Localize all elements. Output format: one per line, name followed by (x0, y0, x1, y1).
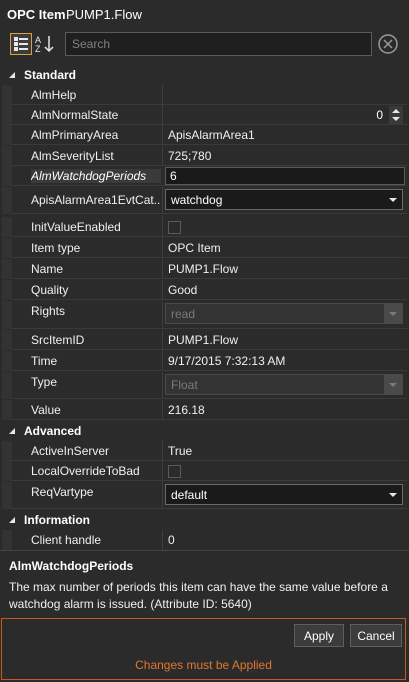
property-label: InitValueEnabled (31, 220, 121, 234)
property-row-almwatchdogperiods[interactable]: AlmWatchdogPeriods 6 (2, 166, 407, 186)
category-label: Advanced (24, 424, 82, 438)
property-label: ApisAlarmArea1EvtCat... (31, 193, 161, 207)
property-value: OPC Item (168, 241, 221, 255)
categorized-icon (14, 37, 28, 51)
property-value[interactable]: ApisAlarmArea1 (168, 128, 255, 142)
property-value: 0 (168, 533, 175, 547)
property-row-apisalarmarea-evtcat[interactable]: ApisAlarmArea1EvtCat... watchdog (2, 187, 407, 214)
numeric-spinner-icon[interactable] (389, 106, 403, 124)
clear-search-button[interactable] (377, 33, 399, 55)
reqvartype-dropdown[interactable]: default (165, 484, 403, 505)
evtcat-dropdown[interactable]: watchdog (165, 189, 403, 210)
window-header: OPC Item PUMP1.Flow (0, 0, 409, 28)
property-value: 216.18 (168, 403, 205, 417)
clear-icon (378, 34, 398, 54)
property-label: Name (31, 262, 64, 276)
property-label: ActiveInServer (31, 444, 110, 458)
property-value[interactable]: 725;780 (168, 149, 211, 163)
chevron-down-icon (384, 304, 402, 323)
search-input[interactable] (65, 32, 372, 56)
property-value[interactable]: True (168, 444, 192, 458)
dropdown-value: watchdog (171, 193, 223, 207)
category-label: Standard (24, 68, 77, 82)
property-label: Client handle (31, 533, 102, 547)
footer-panel: Apply Cancel Changes must be Applied (1, 618, 406, 680)
property-label: Rights (31, 304, 66, 318)
property-label: AlmPrimaryArea (31, 128, 119, 142)
property-row-almseveritylist[interactable]: AlmSeverityList 725;780 (2, 146, 407, 166)
property-row-time[interactable]: Time 9/17/2015 7:32:13 AM (2, 351, 407, 371)
initvalueenabled-checkbox[interactable] (168, 221, 181, 234)
property-label: AlmSeverityList (31, 149, 114, 163)
collapse-triangle-icon (9, 517, 15, 523)
property-label: ReqVartype (31, 485, 94, 499)
property-label: Value (31, 403, 61, 417)
alphabetical-sort-button[interactable]: A Z (34, 33, 56, 55)
property-row-name[interactable]: Name PUMP1.Flow (2, 259, 407, 279)
dropdown-value: read (171, 307, 196, 321)
collapse-triangle-icon (9, 428, 15, 434)
category-label: Information (24, 513, 90, 527)
chevron-down-icon (384, 375, 402, 394)
property-row-type[interactable]: Type Float (2, 372, 407, 399)
property-label: Item type (31, 241, 81, 255)
chevron-down-icon (389, 198, 397, 202)
changes-message: Changes must be Applied (135, 658, 272, 672)
rights-dropdown: read (165, 303, 403, 324)
property-label: LocalOverrideToBad (31, 464, 140, 478)
category-standard[interactable]: Standard (2, 65, 407, 85)
category-advanced[interactable]: Advanced (2, 421, 407, 441)
property-value: PUMP1.Flow (168, 262, 239, 276)
property-grid: Standard AlmHelp AlmNormalState 0 AlmPri… (2, 65, 407, 550)
property-row-srcitemid[interactable]: SrcItemID PUMP1.Flow (2, 330, 407, 350)
property-label: AlmNormalState (31, 108, 119, 122)
collapse-triangle-icon (9, 72, 15, 78)
property-row-localoverridetobad[interactable]: LocalOverrideToBad (2, 461, 407, 481)
categorized-view-button[interactable] (10, 33, 32, 55)
property-row-quality[interactable]: Quality Good (2, 280, 407, 300)
property-label: Type (31, 375, 58, 389)
property-label: Quality (31, 283, 69, 297)
apply-button[interactable]: Apply (294, 624, 344, 647)
dropdown-value: Float (171, 378, 198, 392)
cancel-button[interactable]: Cancel (350, 624, 402, 647)
property-value: Good (168, 283, 198, 297)
property-row-value[interactable]: Value 216.18 (2, 400, 407, 420)
property-value: PUMP1.Flow (168, 333, 239, 347)
property-row-reqvartype[interactable]: ReqVartype default (2, 482, 407, 509)
property-row-initvalueenabled[interactable]: InitValueEnabled (2, 217, 407, 237)
toolbar: A Z (0, 28, 409, 62)
property-value: 9/17/2015 7:32:13 AM (168, 354, 286, 368)
property-row-rights[interactable]: Rights read (2, 301, 407, 329)
property-label: Time (31, 354, 58, 368)
window-title: OPC Item (7, 7, 66, 22)
property-row-almnormalstate[interactable]: AlmNormalState 0 (2, 105, 407, 125)
description-title: AlmWatchdogPeriods (9, 559, 134, 573)
dropdown-value: default (171, 488, 208, 502)
svg-text:Z: Z (35, 44, 41, 54)
description-text: The max number of periods this item can … (9, 580, 388, 611)
property-row-clienthandle[interactable]: Client handle 0 (2, 530, 407, 550)
localoverridetobad-checkbox[interactable] (168, 465, 181, 478)
chevron-down-icon (389, 493, 397, 497)
property-label-selected: AlmWatchdogPeriods (31, 169, 161, 183)
property-row-almhelp[interactable]: AlmHelp (2, 85, 407, 105)
property-row-activeinserver[interactable]: ActiveInServer True (2, 441, 407, 461)
category-information[interactable]: Information (2, 510, 407, 530)
property-row-almprimaryarea[interactable]: AlmPrimaryArea ApisAlarmArea1 (2, 125, 407, 145)
property-row-itemtype[interactable]: Item type OPC Item (2, 238, 407, 258)
sort-az-icon: A Z (35, 35, 54, 54)
item-name: PUMP1.Flow (66, 7, 142, 22)
almwatchdogperiods-input[interactable]: 6 (165, 167, 405, 185)
almnormalstate-value[interactable]: 0 (376, 108, 383, 122)
property-label: AlmHelp (31, 88, 77, 102)
description-panel: AlmWatchdogPeriods The max number of per… (0, 550, 409, 619)
property-label: SrcItemID (31, 333, 85, 347)
type-dropdown: Float (165, 374, 403, 395)
